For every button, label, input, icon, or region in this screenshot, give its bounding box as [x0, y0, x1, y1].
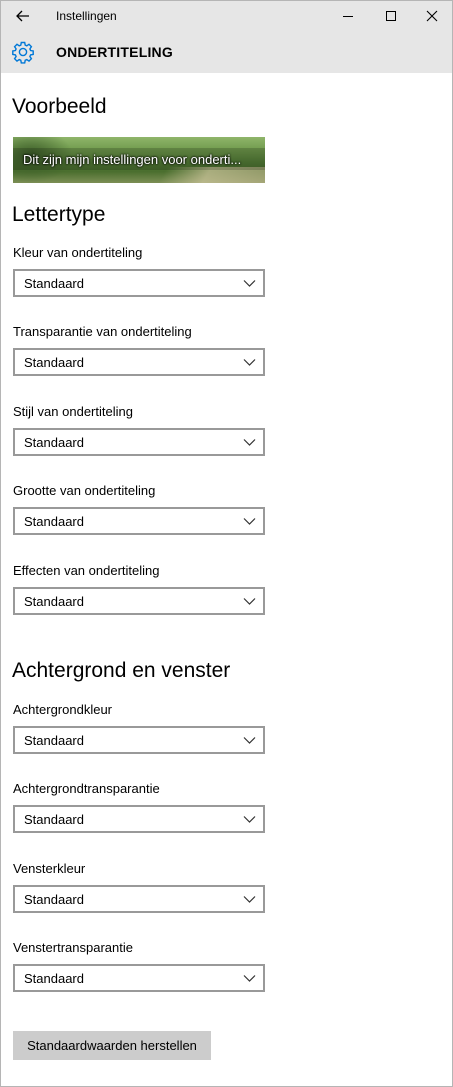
arrow-left-icon: [16, 10, 29, 22]
maximize-icon: [386, 11, 396, 21]
maximize-button[interactable]: [369, 1, 413, 31]
dropdown-value: Standaard: [24, 971, 84, 986]
window-title: Instellingen: [56, 9, 117, 23]
dropdown-value: Standaard: [24, 892, 84, 907]
caption-style-label: Stijl van ondertiteling: [13, 404, 133, 419]
settings-window: Instellingen ONDERTITELING Voorbeeld Dit…: [0, 0, 453, 1087]
chevron-down-icon: [243, 896, 256, 903]
gear-icon: [12, 41, 34, 64]
chevron-down-icon: [243, 975, 256, 982]
caption-color-dropdown[interactable]: Standaard: [13, 269, 265, 297]
window-transparency-label: Venstertransparantie: [13, 940, 133, 955]
dropdown-value: Standaard: [24, 514, 84, 529]
dropdown-value: Standaard: [24, 355, 84, 370]
caption-size-label: Grootte van ondertiteling: [13, 483, 156, 498]
back-button[interactable]: [1, 1, 45, 31]
dropdown-value: Standaard: [24, 594, 84, 609]
window-transparency-dropdown[interactable]: Standaard: [13, 964, 265, 992]
chevron-down-icon: [243, 737, 256, 744]
dropdown-value: Standaard: [24, 812, 84, 827]
chevron-down-icon: [243, 439, 256, 446]
background-transparency-dropdown[interactable]: Standaard: [13, 805, 265, 833]
dropdown-value: Standaard: [24, 276, 84, 291]
chevron-down-icon: [243, 359, 256, 366]
window-color-dropdown[interactable]: Standaard: [13, 885, 265, 913]
background-color-dropdown[interactable]: Standaard: [13, 726, 265, 754]
close-icon: [426, 10, 438, 22]
caption-preview-image: Dit zijn mijn instellingen voor onderti.…: [13, 137, 265, 183]
caption-transparency-dropdown[interactable]: Standaard: [13, 348, 265, 376]
background-section-heading: Achtergrond en venster: [12, 659, 231, 682]
caption-color-label: Kleur van ondertiteling: [13, 245, 143, 260]
chevron-down-icon: [243, 280, 256, 287]
title-bar: Instellingen: [1, 1, 452, 31]
caption-preview-text: Dit zijn mijn instellingen voor onderti.…: [23, 152, 242, 167]
chevron-down-icon: [243, 816, 256, 823]
dropdown-value: Standaard: [24, 435, 84, 450]
page-header: ONDERTITELING: [1, 31, 452, 73]
background-transparency-label: Achtergrondtransparantie: [13, 781, 160, 796]
dropdown-value: Standaard: [24, 733, 84, 748]
chevron-down-icon: [243, 518, 256, 525]
caption-style-dropdown[interactable]: Standaard: [13, 428, 265, 456]
restore-defaults-button[interactable]: Standaardwaarden herstellen: [13, 1031, 211, 1060]
minimize-icon: [343, 16, 353, 17]
caption-size-dropdown[interactable]: Standaard: [13, 507, 265, 535]
background-color-label: Achtergrondkleur: [13, 702, 112, 717]
window-color-label: Vensterkleur: [13, 861, 86, 876]
page-title: ONDERTITELING: [56, 44, 173, 60]
chevron-down-icon: [243, 598, 256, 605]
caption-effects-label: Effecten van ondertiteling: [13, 563, 160, 578]
preview-heading: Voorbeeld: [12, 95, 107, 118]
minimize-button[interactable]: [326, 1, 370, 31]
close-button[interactable]: [410, 1, 452, 31]
font-section-heading: Lettertype: [12, 203, 106, 226]
caption-transparency-label: Transparantie van ondertiteling: [13, 324, 192, 339]
caption-effects-dropdown[interactable]: Standaard: [13, 587, 265, 615]
